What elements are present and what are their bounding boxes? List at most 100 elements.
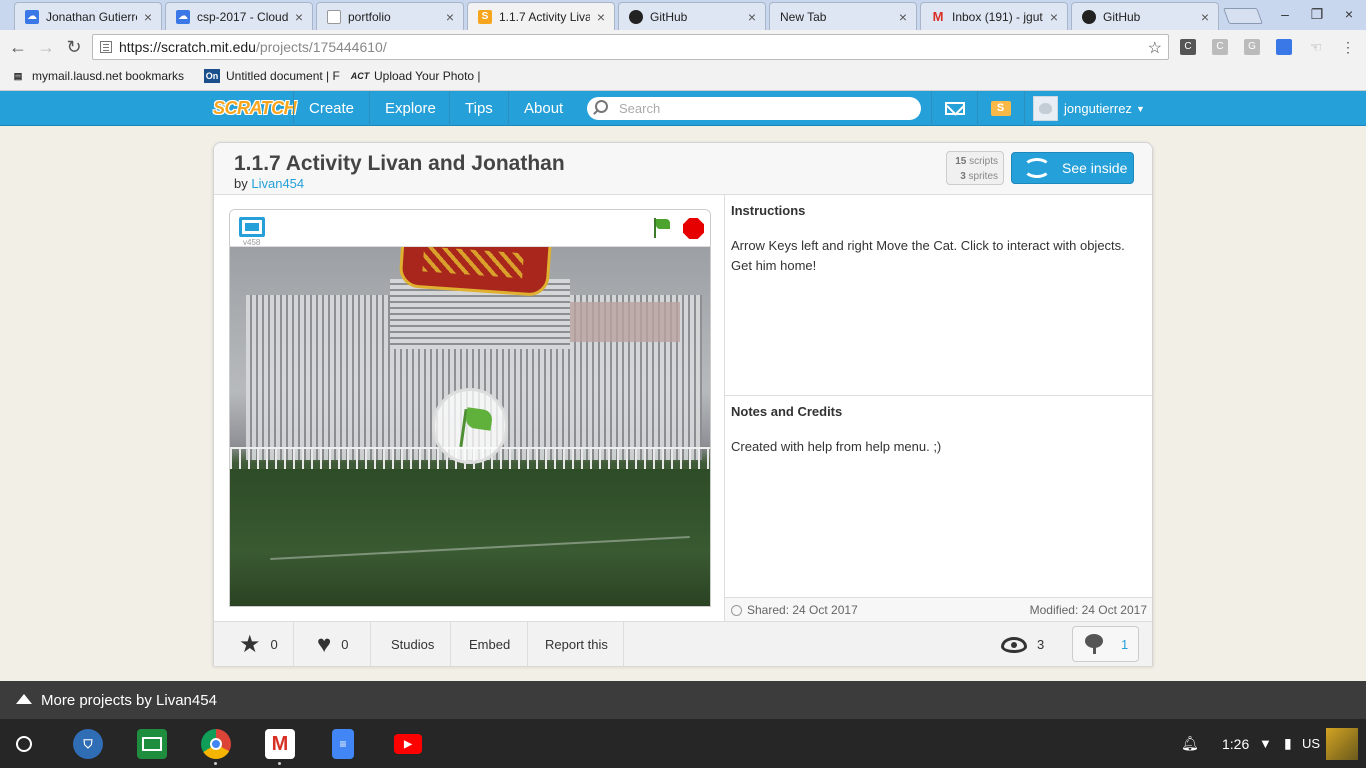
tab-title: Inbox (191) - jgut	[952, 9, 1043, 24]
studios-button[interactable]: Studios	[371, 622, 451, 667]
close-icon[interactable]: ×	[141, 9, 155, 25]
close-window-icon[interactable]: ×	[1340, 6, 1358, 22]
close-icon[interactable]: ×	[745, 9, 759, 25]
tab-portfolio[interactable]: portfolio ×	[316, 2, 464, 30]
scripts-label: scripts	[969, 156, 998, 167]
address-bar[interactable]: https://scratch.mit.edu/projects/1754446…	[92, 34, 1169, 60]
act-icon: ACT	[350, 71, 370, 81]
browser-tab-strip: ☁ Jonathan Gutierrez × ☁ csp-2017 - Clou…	[0, 0, 1366, 30]
close-icon[interactable]: ×	[896, 9, 910, 25]
green-flag-icon[interactable]	[651, 218, 671, 238]
tab-github[interactable]: GitHub ×	[618, 2, 766, 30]
eye-icon	[1001, 636, 1027, 653]
more-projects-drawer[interactable]: More projects by Livan454	[0, 681, 1366, 719]
green-flag-play-button[interactable]	[432, 388, 508, 464]
scripts-count: 15	[955, 156, 967, 167]
nav-create[interactable]: Create	[293, 91, 369, 126]
chevron-down-icon: ▼	[1135, 103, 1145, 114]
see-inside-label: See inside	[1062, 160, 1128, 176]
extension-hand-icon[interactable]: ☜	[1308, 39, 1324, 55]
new-tab-button[interactable]	[1223, 8, 1263, 24]
bookmarks-bar: ▤ mymail.lausd.net bookmarks On Untitled…	[0, 64, 1366, 91]
user-avatar[interactable]	[1326, 719, 1358, 768]
bookmark-untitled-document[interactable]: On Untitled document | F	[204, 69, 340, 83]
tab-github-2[interactable]: GitHub ×	[1071, 2, 1219, 30]
project-player: v458	[229, 209, 711, 607]
stop-sign-icon[interactable]	[683, 218, 704, 239]
love-button[interactable]: ♥ 0	[294, 622, 371, 667]
on-icon: On	[204, 69, 220, 83]
browser-toolbar: ← → ↻ https://scratch.mit.edu/projects/1…	[0, 30, 1366, 64]
chrome-icon[interactable]	[201, 729, 231, 765]
notes-section: Notes and Credits Created with help from…	[725, 396, 1153, 457]
instructions-section: Instructions Arrow Keys left and right M…	[725, 195, 1153, 276]
drawer-label: More projects by Livan454	[41, 691, 217, 709]
reload-icon[interactable]: ↻	[64, 37, 84, 57]
user-menu[interactable]: jongutierrez ▼	[1024, 91, 1151, 126]
notification-bell-icon[interactable]: 🔔︎	[1181, 719, 1199, 768]
menu-kebab-icon[interactable]: ⋮	[1340, 39, 1356, 55]
chrome-os-files-icon[interactable]: ⛉	[73, 729, 103, 759]
extension-c-icon[interactable]: C	[1180, 39, 1196, 55]
close-icon[interactable]: ×	[292, 9, 306, 25]
project-stage[interactable]	[230, 247, 710, 606]
maximize-icon[interactable]: ❐	[1308, 6, 1326, 23]
tab-gmail-inbox[interactable]: M Inbox (191) - jgut ×	[920, 2, 1068, 30]
extension-calendar-icon[interactable]	[1276, 39, 1292, 55]
nav-about[interactable]: About	[508, 91, 578, 126]
remix-tree-button[interactable]: 1	[1072, 626, 1139, 662]
project-actions-bar: ★ 0 ♥ 0 Studios Embed Report this 3 1	[214, 621, 1152, 667]
my-stuff-button[interactable]: S	[977, 91, 1023, 126]
battery-icon[interactable]: ▮	[1284, 719, 1292, 768]
page-info-icon[interactable]	[100, 41, 112, 53]
bookmark-star-icon[interactable]: ☆	[1148, 38, 1162, 58]
close-icon[interactable]: ×	[443, 9, 457, 25]
fullscreen-icon[interactable]	[239, 217, 265, 237]
google-classroom-icon[interactable]	[137, 729, 167, 759]
gmail-icon[interactable]: M	[265, 729, 295, 765]
extension-g-icon[interactable]: G	[1244, 39, 1260, 55]
close-icon[interactable]: ×	[1198, 9, 1212, 25]
search-input[interactable]: Search	[587, 97, 921, 120]
extension-c-icon[interactable]: C	[1212, 39, 1228, 55]
building-backdrop	[570, 302, 680, 342]
launcher-icon[interactable]	[16, 736, 32, 752]
shared-date: Shared: 24 Oct 2017	[731, 603, 858, 617]
loves-count: 0	[341, 637, 349, 652]
scratch-icon: S	[478, 9, 492, 24]
wifi-icon[interactable]: ▼	[1259, 719, 1272, 768]
author-link[interactable]: Livan454	[251, 176, 304, 191]
tab-jonathan-gutierrez[interactable]: ☁ Jonathan Gutierrez ×	[14, 2, 162, 30]
close-icon[interactable]: ×	[1047, 9, 1061, 25]
bookmark-folder[interactable]: ▤ mymail.lausd.net bookmarks	[10, 69, 184, 83]
scratch-logo[interactable]: SCRATCH	[213, 95, 297, 121]
tab-csp-2017[interactable]: ☁ csp-2017 - Cloud9 ×	[165, 2, 313, 30]
minimize-icon[interactable]: –	[1276, 6, 1294, 22]
project-author-line: by Livan454	[234, 176, 304, 191]
google-docs-icon[interactable]: ≡	[332, 729, 354, 759]
bookmark-label: mymail.lausd.net bookmarks	[32, 69, 185, 83]
cloud-icon: ☁	[25, 9, 39, 24]
favorite-button[interactable]: ★ 0	[214, 622, 294, 667]
nav-tips[interactable]: Tips	[449, 91, 508, 126]
project-title: 1.1.7 Activity Livan and Jonathan	[234, 152, 565, 175]
tab-title: New Tab	[780, 9, 827, 24]
youtube-icon[interactable]: ▶	[394, 734, 422, 754]
embed-button[interactable]: Embed	[451, 622, 528, 667]
search-placeholder: Search	[619, 101, 661, 116]
views-count: 3	[1037, 637, 1045, 652]
clock[interactable]: 1:26	[1222, 719, 1249, 768]
close-icon[interactable]: ×	[594, 9, 608, 25]
locale[interactable]: US	[1302, 719, 1320, 768]
nav-explore[interactable]: Explore	[369, 91, 451, 126]
see-inside-button[interactable]: See inside	[1011, 152, 1134, 184]
favorites-count: 0	[270, 637, 278, 652]
forward-arrow-icon[interactable]: →	[36, 37, 56, 57]
project-stats: 15 scripts 3 sprites	[946, 151, 1004, 185]
back-arrow-icon[interactable]: ←	[8, 37, 28, 57]
tab-scratch-project[interactable]: S 1.1.7 Activity Livan ×	[467, 2, 615, 30]
messages-button[interactable]	[931, 91, 977, 126]
bookmark-upload-photo[interactable]: ACT Upload Your Photo |	[350, 69, 481, 83]
report-button[interactable]: Report this	[528, 622, 624, 667]
tab-new-tab[interactable]: New Tab ×	[769, 2, 917, 30]
